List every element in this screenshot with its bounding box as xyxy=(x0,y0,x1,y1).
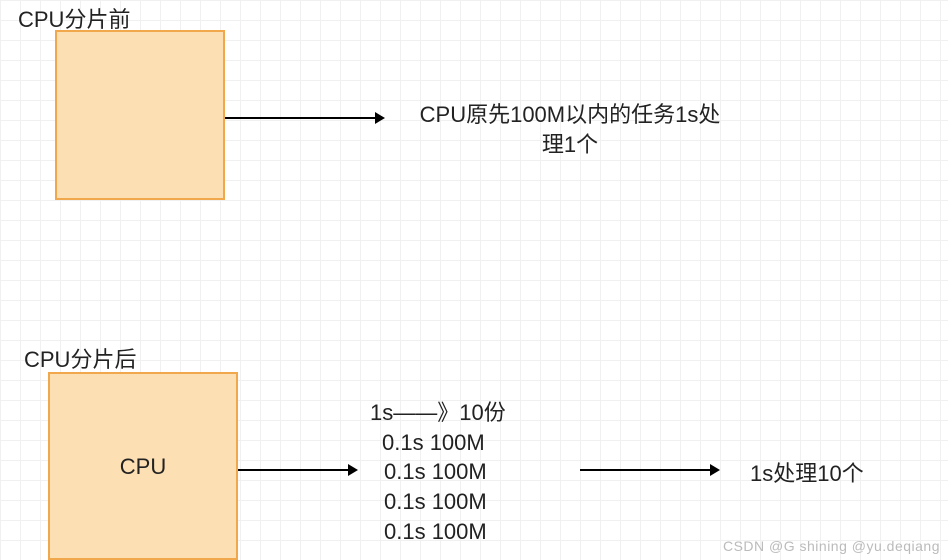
before-desc-line1: CPU原先100M以内的任务1s处 xyxy=(400,100,740,130)
watermark: CSDN @G shining @yu.deqiang xyxy=(723,538,940,554)
arrow-before xyxy=(225,108,385,128)
section2-title: CPU分片后 xyxy=(24,342,136,374)
arrow-after-1 xyxy=(238,460,358,480)
slice-line-2: 0.1s 100M xyxy=(370,428,506,458)
cpu-box-after: CPU xyxy=(48,372,238,560)
before-desc-line2: 理1个 xyxy=(400,130,740,160)
cpu-box-before xyxy=(55,30,225,200)
slice-line-4: 0.1s 100M xyxy=(370,487,506,517)
after-result: 1s处理10个 xyxy=(750,456,864,488)
time-slice-list: 1s——》10份 0.1s 100M 0.1s 100M 0.1s 100M 0… xyxy=(370,398,506,546)
slice-line-5: 0.1s 100M xyxy=(370,517,506,547)
arrow-after-2 xyxy=(580,460,720,480)
slice-line-1: 1s——》10份 xyxy=(370,398,506,428)
cpu-box-after-label: CPU xyxy=(50,454,236,480)
slice-line-3: 0.1s 100M xyxy=(370,457,506,487)
before-description: CPU原先100M以内的任务1s处 理1个 xyxy=(400,100,740,159)
